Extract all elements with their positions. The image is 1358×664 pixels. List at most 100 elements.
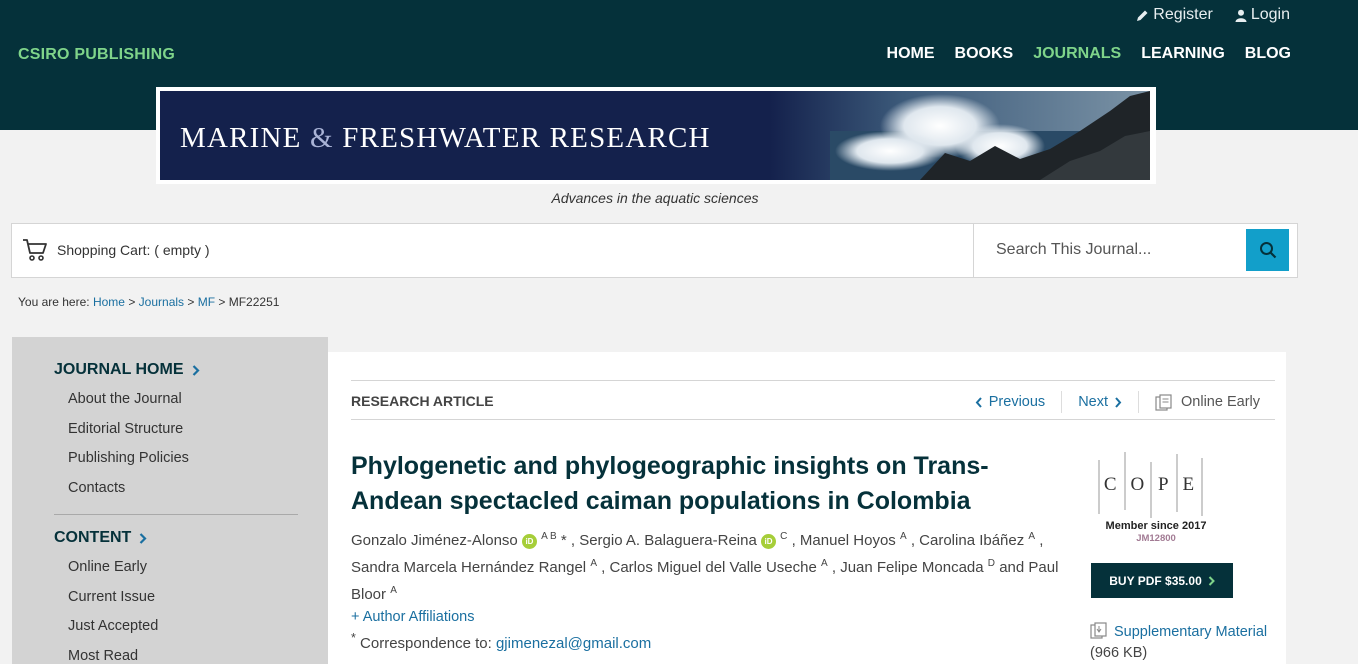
chevron-left-icon xyxy=(975,396,982,408)
chevron-right-icon xyxy=(140,532,147,544)
supplementary-label: Supplementary Material xyxy=(1114,624,1268,640)
breadcrumb: You are here: Home > Journals > MF > MF2… xyxy=(18,295,280,309)
sidebar-divider xyxy=(54,514,298,515)
sidebar-content-label: CONTENT xyxy=(54,529,132,546)
register-link[interactable]: Register xyxy=(1136,6,1213,24)
sidebar-journal-home-label: JOURNAL HOME xyxy=(54,361,184,378)
journal-banner[interactable]: MARINE & FRESHWATER RESEARCH xyxy=(156,87,1156,184)
orcid-icon[interactable]: iD xyxy=(521,534,537,549)
nav-blog[interactable]: BLOG xyxy=(1245,45,1291,63)
sidebar-item-policies[interactable]: Publishing Policies xyxy=(68,446,189,476)
account-links: Register Login xyxy=(1136,6,1290,24)
correspondence-label: Correspondence to: xyxy=(360,635,492,652)
main-nav: HOME BOOKS JOURNALS LEARNING BLOG xyxy=(887,45,1291,63)
cope-member-id: JM12800 xyxy=(1136,533,1176,544)
cope-letter: C xyxy=(1103,474,1119,495)
cart-label: Shopping Cart: ( empty ) xyxy=(57,242,210,258)
article-toolbar: RESEARCH ARTICLE Previous Next Online Ea… xyxy=(351,380,1275,420)
author-affiliation-marks: A xyxy=(1028,531,1036,542)
cope-letters: C O P E xyxy=(1098,474,1202,496)
journal-title-part2: FRESHWATER RESEARCH xyxy=(342,122,711,154)
author-name[interactable]: Juan Felipe Moncada xyxy=(840,559,983,576)
orcid-icon[interactable]: iD xyxy=(761,534,776,549)
previous-label: Previous xyxy=(988,394,1046,410)
chevron-right-icon xyxy=(1115,396,1122,408)
supplementary-material-link[interactable]: Supplementary Material (966 KB) xyxy=(1090,622,1286,664)
breadcrumb-mf[interactable]: MF xyxy=(198,295,215,309)
cope-badge[interactable]: C O P E Member since 2017 JM12800 xyxy=(1098,452,1208,552)
correspondence-asterisk: * xyxy=(351,631,356,645)
sidebar-item-current-issue[interactable]: Current Issue xyxy=(68,585,158,615)
supplementary-size: (966 KB) xyxy=(1090,645,1148,661)
nav-books[interactable]: BOOKS xyxy=(955,45,1014,63)
buy-pdf-label: BUY PDF $35.00 xyxy=(1109,573,1202,588)
author-name[interactable]: Carlos Miguel del Valle Useche xyxy=(610,559,817,576)
sidebar-item-online-early[interactable]: Online Early xyxy=(68,555,158,585)
nav-learning[interactable]: LEARNING xyxy=(1141,45,1225,63)
journal-tagline: Advances in the aquatic sciences xyxy=(551,190,759,206)
cart-icon xyxy=(23,239,47,261)
breadcrumb-journals[interactable]: Journals xyxy=(139,295,184,309)
online-early-label: Online Early xyxy=(1181,394,1260,410)
online-early-link[interactable]: Online Early xyxy=(1155,393,1260,411)
ocean-wave-photo xyxy=(770,91,1150,180)
sidebar-item-editorial[interactable]: Editorial Structure xyxy=(68,417,189,447)
author-affiliation-marks: A xyxy=(821,558,828,569)
document-icon xyxy=(1155,393,1172,411)
cope-letter: O xyxy=(1130,474,1147,495)
article-nav: Previous Next Online Early xyxy=(975,391,1260,413)
author-name[interactable]: Manuel Hoyos xyxy=(800,532,896,549)
journal-title-amp: & xyxy=(310,122,334,154)
buy-pdf-button[interactable]: BUY PDF $35.00 xyxy=(1091,563,1233,598)
sidebar-item-contacts[interactable]: Contacts xyxy=(68,476,189,506)
cart-search-bar: Shopping Cart: ( empty ) xyxy=(11,223,1298,278)
author-affiliation-marks: D xyxy=(987,558,996,569)
author-affiliation-marks: A xyxy=(590,558,597,569)
nav-journals[interactable]: JOURNALS xyxy=(1033,45,1121,63)
sidebar-journal-home[interactable]: JOURNAL HOME xyxy=(54,361,200,379)
breadcrumb-home[interactable]: Home xyxy=(93,295,125,309)
sidebar-item-most-read[interactable]: Most Read xyxy=(68,644,158,664)
author-list: Gonzalo Jiménez-Alonso iD A B * , Sergio… xyxy=(351,531,1059,603)
correspondence: * Correspondence to: gjimenezal@gmail.co… xyxy=(351,631,651,652)
pencil-icon xyxy=(1137,10,1148,21)
login-link[interactable]: Login xyxy=(1235,6,1290,24)
author-name[interactable]: Sandra Marcela Hernández Rangel xyxy=(351,559,586,576)
journal-title-part1: MARINE xyxy=(180,122,302,154)
breadcrumb-prefix: You are here: xyxy=(18,295,90,309)
chevron-right-icon xyxy=(1208,575,1215,586)
sidebar-item-just-accepted[interactable]: Just Accepted xyxy=(68,614,158,644)
search-button[interactable] xyxy=(1246,229,1289,271)
correspondence-email[interactable]: gjimenezal@gmail.com xyxy=(496,635,651,652)
journal-title: MARINE & FRESHWATER RESEARCH xyxy=(180,122,711,155)
author-affiliations-toggle[interactable]: + Author Affiliations xyxy=(351,609,474,625)
cope-letter: P xyxy=(1158,474,1171,495)
sidebar-content[interactable]: CONTENT xyxy=(54,529,147,547)
search-icon xyxy=(1259,242,1276,259)
brand-logo[interactable]: CSIRO PUBLISHING xyxy=(18,46,175,64)
register-label: Register xyxy=(1153,6,1213,23)
article-title: Phylogenetic and phylogeographic insight… xyxy=(351,452,989,515)
banner-image: MARINE & FRESHWATER RESEARCH xyxy=(160,91,1150,180)
article-main: RESEARCH ARTICLE Previous Next Online Ea… xyxy=(328,352,1286,664)
author-affiliation-marks: A B xyxy=(541,531,557,542)
author-name[interactable]: Carolina Ibáñez xyxy=(919,532,1024,549)
author-affiliation-marks: A xyxy=(899,531,907,542)
breadcrumb-current: MF22251 xyxy=(228,295,280,309)
login-label: Login xyxy=(1250,6,1290,23)
sidebar-item-about[interactable]: About the Journal xyxy=(68,387,189,417)
content-links: Online Early Current Issue Just Accepted… xyxy=(68,555,158,664)
user-icon xyxy=(1235,9,1247,22)
previous-link[interactable]: Previous xyxy=(975,394,1045,410)
next-label: Next xyxy=(1078,394,1109,410)
next-link[interactable]: Next xyxy=(1078,394,1122,410)
shopping-cart[interactable]: Shopping Cart: ( empty ) xyxy=(22,238,210,262)
author-name[interactable]: Gonzalo Jiménez-Alonso xyxy=(351,532,518,549)
search-input[interactable] xyxy=(984,232,1246,268)
attachment-icon xyxy=(1090,622,1107,639)
nav-home[interactable]: HOME xyxy=(887,45,935,63)
cope-letter: E xyxy=(1182,474,1197,495)
author-affiliation-marks: C xyxy=(780,531,788,542)
nav-separator xyxy=(1061,391,1063,413)
author-name[interactable]: Sergio A. Balaguera-Reina xyxy=(579,532,757,549)
